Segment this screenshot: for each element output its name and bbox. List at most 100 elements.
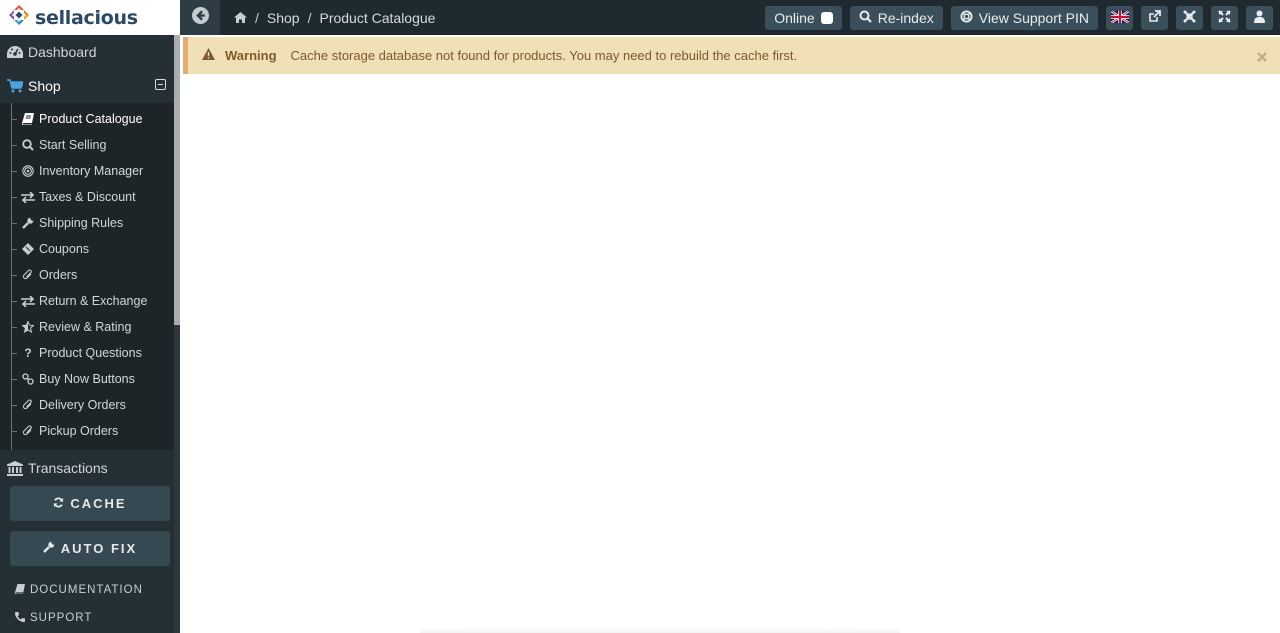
fullscreen-button[interactable] bbox=[1211, 5, 1238, 30]
shop-label: Shop bbox=[28, 78, 61, 94]
book-icon bbox=[14, 583, 25, 597]
sidebar-item-inventory-manager[interactable]: Inventory Manager bbox=[0, 158, 174, 184]
breadcrumb-shop[interactable]: Shop bbox=[267, 10, 300, 26]
external-link-button[interactable] bbox=[1141, 5, 1168, 30]
top-bar: / Shop / Product Catalogue Online Re-ind… bbox=[180, 0, 1280, 35]
reindex-button[interactable]: Re-index bbox=[849, 5, 943, 30]
item-label: Start Selling bbox=[39, 138, 107, 152]
dashboard-icon bbox=[7, 45, 23, 59]
back-button[interactable] bbox=[180, 0, 220, 35]
breadcrumb-separator: / bbox=[255, 9, 259, 26]
reindex-label: Re-index bbox=[877, 9, 934, 26]
alert-title: Warning bbox=[225, 48, 277, 63]
sidebar-item-buy-now-buttons[interactable]: Buy Now Buttons bbox=[0, 366, 174, 392]
support-link[interactable]: SUPPORT bbox=[0, 604, 180, 632]
item-label: Buy Now Buttons bbox=[39, 372, 135, 386]
online-toggle-button[interactable]: Online bbox=[765, 5, 842, 30]
life-ring-icon bbox=[960, 9, 973, 26]
documentation-link[interactable]: DOCUMENTATION bbox=[0, 576, 180, 604]
sidebar-scrollbar-thumb[interactable] bbox=[174, 35, 180, 325]
refresh-icon bbox=[53, 496, 64, 511]
user-icon bbox=[1254, 10, 1265, 26]
uk-flag-icon bbox=[1109, 9, 1130, 26]
sidebar-item-coupons[interactable]: Coupons bbox=[0, 236, 174, 262]
expand-icon bbox=[1218, 9, 1231, 26]
bank-icon bbox=[7, 460, 23, 476]
wrench-icon bbox=[21, 217, 35, 229]
sidebar-scrollbar[interactable] bbox=[174, 35, 180, 633]
toggle-icon bbox=[820, 11, 833, 24]
user-menu-button[interactable] bbox=[1246, 5, 1273, 30]
sidebar-item-start-selling[interactable]: Start Selling bbox=[0, 132, 174, 158]
sidebar-item-shipping-rules[interactable]: Shipping Rules bbox=[0, 210, 174, 236]
arrow-circle-left-icon bbox=[191, 6, 209, 29]
paperclip-icon bbox=[21, 269, 35, 281]
sidebar-item-product-catalogue[interactable]: Product Catalogue bbox=[0, 106, 174, 132]
shop-submenu: Product Catalogue Start Selling Inventor… bbox=[0, 103, 174, 450]
joomla-icon bbox=[1183, 10, 1196, 26]
breadcrumb: / Shop / Product Catalogue bbox=[234, 10, 435, 26]
cache-button[interactable]: CACHE bbox=[10, 486, 170, 521]
sidebar-item-review-rating[interactable]: Review & Rating bbox=[0, 314, 174, 340]
auto-fix-label: AUTO FIX bbox=[60, 541, 138, 556]
warning-alert: Warning Cache storage database not found… bbox=[183, 37, 1280, 74]
sidebar: Dashboard Shop Product Catalogue Start S… bbox=[0, 35, 180, 633]
item-label: Taxes & Discount bbox=[39, 190, 136, 204]
item-label: Pickup Orders bbox=[39, 424, 119, 438]
sidebar-item-return-exchange[interactable]: Return & Exchange bbox=[0, 288, 174, 314]
support-pin-label: View Support PIN bbox=[978, 9, 1089, 26]
wrench-icon bbox=[42, 541, 55, 556]
logo-text: sellacious bbox=[35, 6, 138, 29]
warning-icon bbox=[202, 48, 215, 63]
transactions-label: Transactions bbox=[28, 460, 108, 476]
book-icon bbox=[21, 113, 35, 125]
sidebar-item-dashboard[interactable]: Dashboard bbox=[0, 35, 180, 69]
sidebar-item-delivery-orders[interactable]: Delivery Orders bbox=[0, 392, 174, 418]
item-label: Product Catalogue bbox=[39, 112, 143, 126]
sidebar-item-taxes-discount[interactable]: Taxes & Discount bbox=[0, 184, 174, 210]
search-icon bbox=[859, 10, 872, 26]
item-label: Coupons bbox=[39, 242, 90, 256]
sellacious-logo-icon bbox=[8, 4, 30, 31]
collapse-icon[interactable] bbox=[155, 79, 166, 90]
joomla-button[interactable] bbox=[1176, 5, 1203, 30]
close-icon[interactable] bbox=[1257, 50, 1267, 65]
star-icon bbox=[21, 321, 35, 333]
exchange-icon bbox=[21, 295, 35, 307]
sidebar-item-pickup-orders[interactable]: Pickup Orders bbox=[0, 418, 174, 444]
sidebar-item-shop[interactable]: Shop bbox=[0, 69, 180, 103]
external-link-icon bbox=[1148, 9, 1161, 26]
item-label: Inventory Manager bbox=[39, 164, 144, 178]
paperclip-icon bbox=[21, 399, 35, 411]
cache-label: CACHE bbox=[70, 496, 127, 511]
item-label: Product Questions bbox=[39, 346, 142, 360]
question-icon: ? bbox=[24, 346, 32, 360]
search-icon bbox=[21, 139, 35, 151]
item-label: Shipping Rules bbox=[39, 216, 124, 230]
support-label: SUPPORT bbox=[30, 612, 93, 624]
item-label: Orders bbox=[39, 268, 78, 282]
app-root: sellacious / Shop / Product Catalogue On… bbox=[0, 0, 1280, 633]
alert-message: Cache storage database not found for pro… bbox=[290, 48, 798, 63]
home-icon[interactable] bbox=[234, 10, 247, 26]
dashboard-label: Dashboard bbox=[28, 44, 97, 60]
breadcrumb-current: Product Catalogue bbox=[319, 9, 436, 26]
sidebar-item-orders[interactable]: Orders bbox=[0, 262, 174, 288]
language-button[interactable] bbox=[1106, 5, 1133, 30]
top-actions: Online Re-index View Support PIN bbox=[765, 5, 1280, 30]
auto-fix-button[interactable]: AUTO FIX bbox=[10, 531, 170, 566]
logo[interactable]: sellacious bbox=[0, 0, 180, 35]
view-support-pin-button[interactable]: View Support PIN bbox=[950, 5, 1098, 30]
content-shadow bbox=[420, 627, 900, 633]
item-label: Delivery Orders bbox=[39, 398, 126, 412]
breadcrumb-separator: / bbox=[307, 9, 312, 26]
paperclip-icon bbox=[21, 425, 35, 437]
ticket-icon bbox=[21, 243, 35, 255]
shopping-cart-icon bbox=[7, 79, 23, 93]
documentation-label: DOCUMENTATION bbox=[30, 584, 143, 596]
sidebar-item-transactions[interactable]: Transactions bbox=[0, 450, 180, 486]
item-label: Return & Exchange bbox=[39, 294, 148, 308]
link-icon bbox=[21, 373, 35, 385]
sidebar-item-product-questions[interactable]: ? Product Questions bbox=[0, 340, 174, 366]
bullseye-icon bbox=[21, 165, 35, 177]
